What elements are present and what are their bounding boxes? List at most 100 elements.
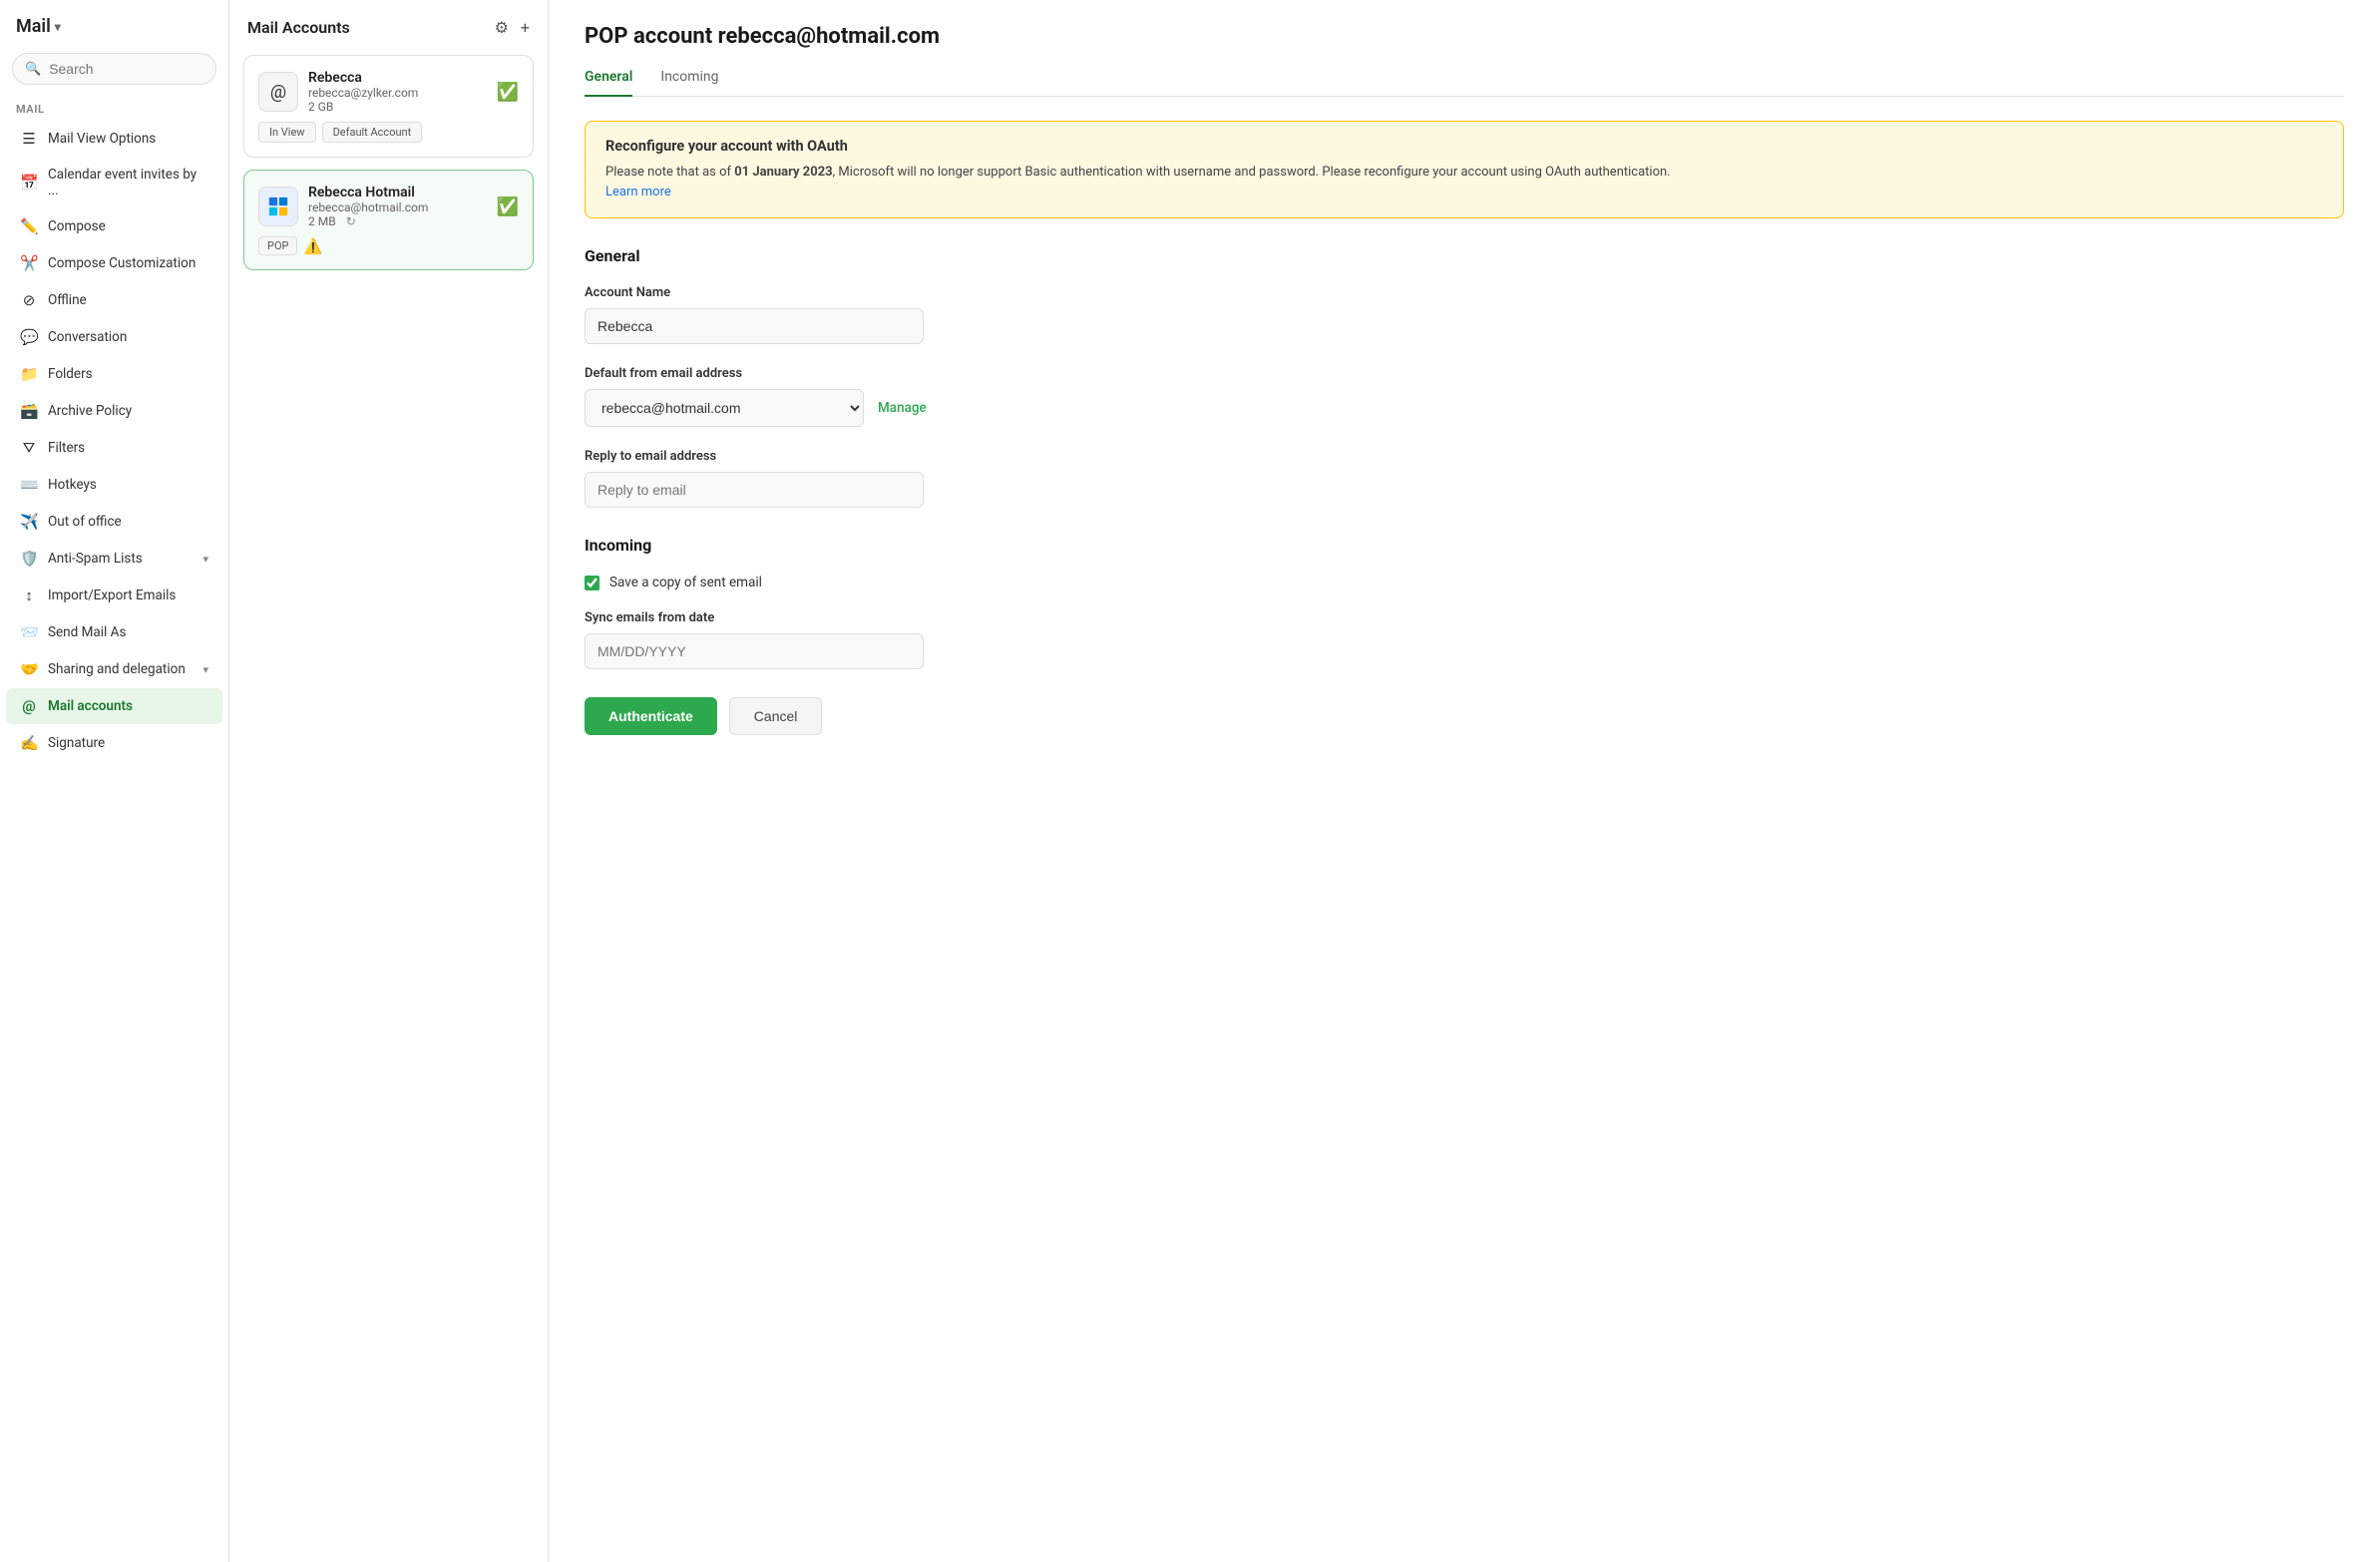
card-tags: In View Default Account xyxy=(258,120,519,143)
manage-link[interactable]: Manage xyxy=(878,400,927,416)
sidebar-item-compose-customization[interactable]: ✂️ Compose Customization xyxy=(6,245,222,281)
sharing-chevron: ▾ xyxy=(202,663,208,676)
save-copy-label: Save a copy of sent email xyxy=(609,575,762,590)
authenticate-button[interactable]: Authenticate xyxy=(585,697,717,735)
settings-icon[interactable]: ⚙ xyxy=(495,18,509,37)
archive-icon: 🗃️ xyxy=(20,402,38,420)
sidebar-item-filters[interactable]: ⛛ Filters xyxy=(6,430,222,466)
import-export-icon: ↕ xyxy=(20,586,38,604)
send-mail-icon: 📨 xyxy=(20,623,38,641)
account-card-rebecca-zylker[interactable]: @ Rebecca rebecca@zylker.com 2 GB ✅ In V… xyxy=(243,55,534,158)
account-name-input[interactable] xyxy=(585,308,924,344)
sidebar-item-label: Anti-Spam Lists xyxy=(48,551,193,567)
card-footer: POP ⚠️ xyxy=(258,234,519,255)
anti-spam-icon: 🛡️ xyxy=(20,550,38,568)
sidebar-item-calendar-events[interactable]: 📅 Calendar event invites by ... xyxy=(6,158,222,207)
sidebar-item-sharing-delegation[interactable]: 🤝 Sharing and delegation ▾ xyxy=(6,651,222,687)
account-info: Rebecca rebecca@zylker.com 2 GB xyxy=(308,70,487,114)
sync-date-group: Sync emails from date xyxy=(585,610,2344,669)
protocol-badge: POP xyxy=(258,236,297,255)
sidebar-item-folders[interactable]: 📁 Folders xyxy=(6,356,222,392)
sidebar-item-label: Send Mail As xyxy=(48,624,208,640)
sidebar-item-label: Sharing and delegation xyxy=(48,661,193,677)
conversation-icon: 💬 xyxy=(20,328,38,346)
account-name-group: Account Name xyxy=(585,285,2344,344)
sidebar: Mail ▾ 🔍 MAIL ☰ Mail View Options 📅 Cale… xyxy=(0,0,229,1562)
middle-title: Mail Accounts xyxy=(247,18,350,37)
verified-icon: ✅ xyxy=(497,82,519,103)
sidebar-item-label: Compose Customization xyxy=(48,255,208,271)
search-input[interactable] xyxy=(49,61,203,77)
section-label-mail: MAIL xyxy=(0,93,228,120)
sidebar-item-label: Hotkeys xyxy=(48,477,208,493)
tag-default-account: Default Account xyxy=(322,122,423,143)
sync-date-input[interactable] xyxy=(585,633,924,669)
calendar-icon: 📅 xyxy=(20,174,38,192)
oauth-banner: Reconfigure your account with OAuth Plea… xyxy=(585,121,2344,218)
reply-email-input[interactable] xyxy=(585,472,924,508)
reply-email-group: Reply to email address xyxy=(585,449,2344,508)
reply-email-label: Reply to email address xyxy=(585,449,2344,464)
account-name: Rebecca xyxy=(308,70,487,86)
refresh-icon[interactable]: ↻ xyxy=(346,214,356,228)
filters-icon: ⛛ xyxy=(20,439,38,457)
sidebar-item-offline[interactable]: ⊘ Offline xyxy=(6,282,222,318)
learn-more-link[interactable]: Learn more xyxy=(605,185,671,199)
folders-icon: 📁 xyxy=(20,365,38,383)
sidebar-item-label: Offline xyxy=(48,292,208,308)
account-name-label: Account Name xyxy=(585,285,2344,300)
banner-text-after: , Microsoft will no longer support Basic… xyxy=(833,165,1671,180)
warning-icon: ⚠️ xyxy=(303,237,322,255)
banner-text-before: Please note that as of xyxy=(605,165,734,180)
app-title-text: Mail xyxy=(16,16,51,37)
out-of-office-icon: ✈️ xyxy=(20,513,38,531)
sidebar-item-signature[interactable]: ✍️ Signature xyxy=(6,725,222,761)
banner-bold-date: 01 January 2023 xyxy=(734,165,832,180)
default-email-select[interactable]: rebecca@hotmail.com xyxy=(585,389,864,427)
sidebar-nav: ☰ Mail View Options 📅 Calendar event inv… xyxy=(0,120,228,762)
sidebar-item-anti-spam[interactable]: 🛡️ Anti-Spam Lists ▾ xyxy=(6,541,222,577)
sidebar-item-out-of-office[interactable]: ✈️ Out of office xyxy=(6,504,222,540)
main-panel: POP account rebecca@hotmail.com General … xyxy=(549,0,2380,1562)
middle-panel: Mail Accounts ⚙ + @ Rebecca rebecca@zylk… xyxy=(229,0,549,1562)
sidebar-item-label: Archive Policy xyxy=(48,403,208,419)
tab-incoming[interactable]: Incoming xyxy=(660,69,718,97)
app-title[interactable]: Mail ▾ xyxy=(0,0,228,45)
account-card-rebecca-hotmail[interactable]: Rebecca Hotmail rebecca@hotmail.com 2 MB… xyxy=(243,170,534,270)
sidebar-item-import-export[interactable]: ↕ Import/Export Emails xyxy=(6,578,222,613)
add-account-icon[interactable]: + xyxy=(521,18,530,37)
oauth-banner-text: Please note that as of 01 January 2023, … xyxy=(605,163,2323,201)
offline-icon: ⊘ xyxy=(20,291,38,309)
account-icon-hotmail xyxy=(258,187,298,226)
search-box[interactable]: 🔍 xyxy=(12,53,216,85)
sidebar-item-label: Calendar event invites by ... xyxy=(48,167,208,198)
tabs-bar: General Incoming xyxy=(585,69,2344,97)
save-copy-checkbox[interactable] xyxy=(585,576,599,590)
sidebar-item-archive-policy[interactable]: 🗃️ Archive Policy xyxy=(6,393,222,429)
account-info: Rebecca Hotmail rebecca@hotmail.com 2 MB… xyxy=(308,185,487,228)
sidebar-item-label: Mail View Options xyxy=(48,131,208,147)
cancel-button[interactable]: Cancel xyxy=(729,697,823,735)
signature-icon: ✍️ xyxy=(20,734,38,752)
sidebar-item-label: Mail accounts xyxy=(48,698,208,714)
sidebar-item-send-mail-as[interactable]: 📨 Send Mail As xyxy=(6,614,222,650)
select-row: rebecca@hotmail.com Manage xyxy=(585,389,2344,427)
anti-spam-chevron: ▾ xyxy=(202,553,208,566)
sidebar-item-label: Conversation xyxy=(48,329,208,345)
default-email-label: Default from email address xyxy=(585,366,2344,381)
sidebar-item-label: Out of office xyxy=(48,514,208,530)
sidebar-item-conversation[interactable]: 💬 Conversation xyxy=(6,319,222,355)
account-name: Rebecca Hotmail xyxy=(308,185,487,200)
sidebar-item-compose[interactable]: ✏️ Compose xyxy=(6,208,222,244)
sidebar-item-hotkeys[interactable]: ⌨️ Hotkeys xyxy=(6,467,222,503)
sidebar-item-label: Folders xyxy=(48,366,208,382)
sidebar-item-label: Compose xyxy=(48,218,208,234)
button-row: Authenticate Cancel xyxy=(585,697,2344,735)
sidebar-item-label: Signature xyxy=(48,735,208,751)
incoming-section-title: Incoming xyxy=(585,536,2344,555)
sidebar-item-mail-accounts[interactable]: @ Mail accounts xyxy=(6,688,222,724)
sidebar-item-mail-view-options[interactable]: ☰ Mail View Options xyxy=(6,121,222,157)
account-email: rebecca@zylker.com xyxy=(308,86,487,100)
tab-general[interactable]: General xyxy=(585,69,632,97)
compose-customization-icon: ✂️ xyxy=(20,254,38,272)
